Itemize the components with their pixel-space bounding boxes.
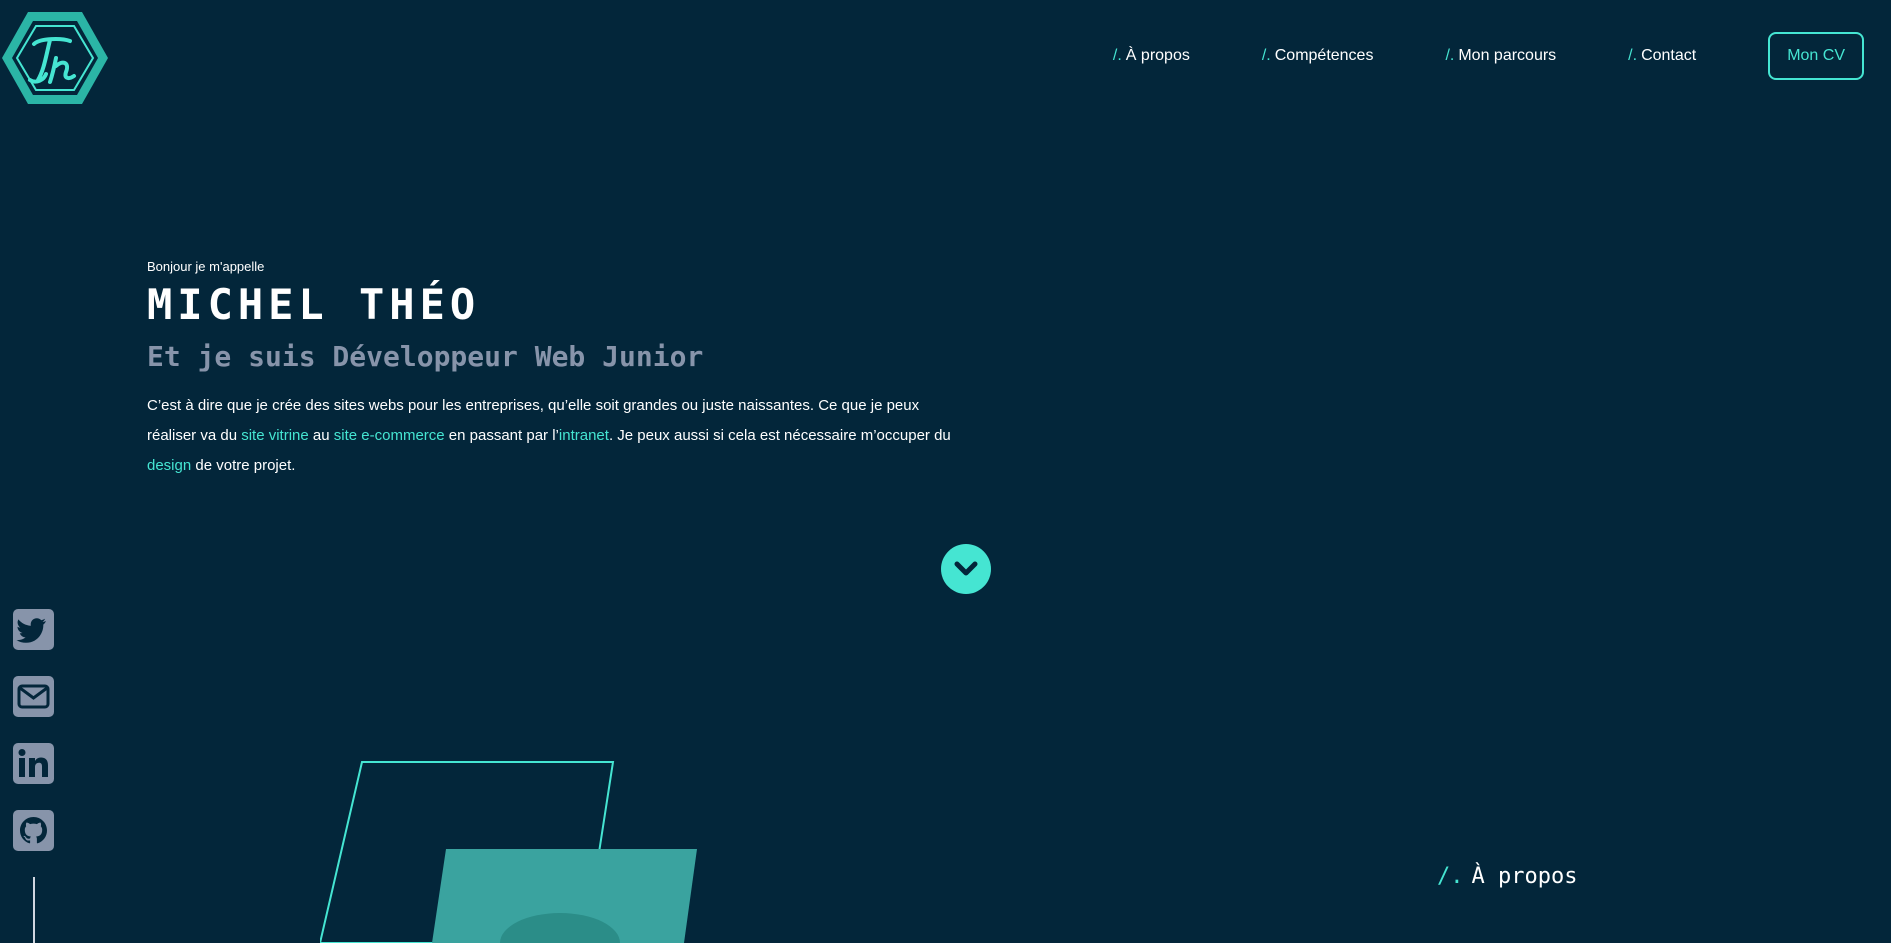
desc-highlight-site-vitrine: site vitrine xyxy=(241,427,309,445)
nav-item-label: Compétences xyxy=(1274,47,1374,64)
nav-slash: /. xyxy=(1112,47,1122,64)
chevron-down-icon xyxy=(954,561,978,576)
nav-item-label: Mon parcours xyxy=(1458,47,1557,64)
logo-hexagon-icon xyxy=(2,12,108,104)
scroll-down-button[interactable] xyxy=(941,544,991,594)
hero-description: C’est à dire que je crée des sites webs … xyxy=(147,391,967,481)
desc-highlight-design: design xyxy=(147,457,192,475)
nav-slash: /. xyxy=(1628,47,1638,64)
hero-section: Bonjour je m'appelle MICHEL THÉO Et je s… xyxy=(147,259,967,481)
desc-text: . Je peux aussi si cela est nécessaire m… xyxy=(608,427,951,445)
nav-item-a-propos[interactable]: /. À propos xyxy=(1113,47,1190,65)
hero-intro: Bonjour je m'appelle xyxy=(147,259,265,274)
about-heading: /. À propos xyxy=(1437,864,1577,889)
nav-item-mon-parcours[interactable]: /. Mon parcours xyxy=(1445,47,1556,65)
nav-item-label: À propos xyxy=(1125,47,1190,64)
desc-text: en passant par l’ xyxy=(444,427,559,445)
desc-text: de votre projet. xyxy=(191,457,296,475)
twitter-icon[interactable] xyxy=(13,609,54,650)
nav-item-competences[interactable]: /. Compétences xyxy=(1262,47,1374,65)
about-slash: /. xyxy=(1437,864,1464,889)
nav-slash: /. xyxy=(1261,47,1271,64)
nav-item-label: Contact xyxy=(1641,47,1697,64)
profile-photo-frame xyxy=(320,761,697,943)
desc-highlight-site-ecommerce: site e-commerce xyxy=(333,427,445,445)
social-sidebar xyxy=(13,609,54,943)
nav-item-contact[interactable]: /. Contact xyxy=(1628,47,1696,65)
cv-button[interactable]: Mon CV xyxy=(1768,32,1864,80)
hero-subtitle: Et je suis Développeur Web Junior xyxy=(147,340,704,374)
hero-name: MICHEL THÉO xyxy=(147,280,481,329)
nav-slash: /. xyxy=(1445,47,1455,64)
desc-highlight-intranet: intranet xyxy=(558,427,609,445)
mail-icon[interactable] xyxy=(13,676,54,717)
social-sidebar-line xyxy=(32,877,35,943)
main-nav: /. À propos /. Compétences /. Mon parcours … xyxy=(1113,0,1891,112)
logo[interactable] xyxy=(0,8,110,108)
about-title: À propos xyxy=(1471,864,1578,889)
github-icon[interactable] xyxy=(13,810,54,851)
linkedin-icon[interactable] xyxy=(13,743,54,784)
desc-text: au xyxy=(308,427,334,445)
